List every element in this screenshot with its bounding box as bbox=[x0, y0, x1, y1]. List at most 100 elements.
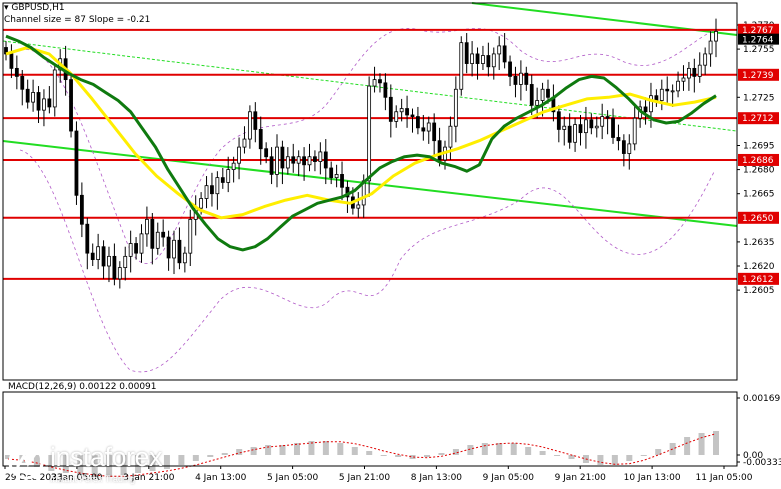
candle-body bbox=[600, 116, 605, 127]
macd-histogram-bar bbox=[481, 443, 488, 455]
candle-body bbox=[616, 137, 621, 142]
candle-body bbox=[247, 111, 252, 140]
candle-body bbox=[535, 100, 540, 106]
price-tick-label: 1.2725 bbox=[743, 93, 775, 103]
candle-body bbox=[47, 98, 52, 108]
candle-body bbox=[611, 117, 615, 138]
candle-body bbox=[567, 125, 572, 143]
candle-body bbox=[546, 88, 550, 98]
candle-body bbox=[107, 255, 111, 267]
macd-histogram-bar bbox=[568, 455, 575, 459]
candle-body bbox=[182, 252, 187, 264]
candle-body bbox=[242, 138, 247, 148]
candle-body bbox=[578, 124, 583, 134]
logo-tagline: Instant Forex Trading bbox=[50, 474, 136, 484]
price-tick-label: 1.2665 bbox=[743, 190, 775, 200]
macd-histogram-bar bbox=[611, 455, 618, 465]
candle-body bbox=[562, 125, 567, 130]
price-plot-area bbox=[2, 2, 738, 373]
macd-histogram-bar bbox=[351, 447, 358, 455]
instaforex-logo: instaforex Instant Forex Trading bbox=[8, 442, 198, 486]
candle-body bbox=[356, 204, 361, 209]
candle-body bbox=[42, 98, 46, 111]
candle-body bbox=[432, 122, 437, 142]
logo-name: instaforex bbox=[50, 442, 163, 472]
candle-body bbox=[502, 45, 507, 63]
candle-body bbox=[318, 151, 323, 162]
channel-info: Channel size = 87 Slope = -0.21 bbox=[4, 15, 151, 25]
candle-body bbox=[632, 117, 637, 145]
time-tick-label: 5 Jan 21:00 bbox=[339, 473, 391, 483]
candle-body bbox=[25, 88, 30, 103]
candle-body bbox=[676, 80, 680, 92]
candle-body bbox=[405, 108, 409, 116]
candle-body bbox=[302, 156, 306, 166]
candle-body bbox=[621, 140, 626, 154]
candle-body bbox=[69, 79, 73, 132]
candle-body bbox=[665, 88, 670, 92]
candle-body bbox=[9, 53, 14, 69]
candle-body bbox=[123, 255, 128, 269]
candle-body bbox=[264, 148, 269, 158]
candle-body bbox=[210, 185, 214, 195]
candle-body bbox=[529, 84, 534, 106]
price-tick-label: 1.2680 bbox=[743, 166, 775, 176]
candle-body bbox=[573, 124, 577, 143]
macd-histogram-bar bbox=[438, 453, 445, 455]
time-tick-label: 8 Jan 13:00 bbox=[411, 473, 463, 483]
candle-body bbox=[90, 252, 95, 260]
chart-title: ▾ GBPUSD,H1 Channel size = 87 Slope = -0… bbox=[4, 2, 150, 26]
candle-body bbox=[464, 42, 469, 64]
level-price-label: 1.2739 bbox=[742, 71, 774, 81]
candle-body bbox=[372, 79, 377, 87]
candle-body bbox=[708, 40, 713, 55]
candle-body bbox=[285, 156, 290, 169]
candle-body bbox=[421, 127, 426, 132]
candle-body bbox=[383, 82, 388, 98]
price-tick-label: 1.2620 bbox=[743, 262, 775, 272]
candle-body bbox=[540, 88, 545, 101]
candle-body bbox=[681, 77, 686, 82]
candle-body bbox=[231, 162, 236, 171]
candle-body bbox=[269, 156, 274, 175]
candle-body bbox=[687, 67, 691, 79]
candle-body bbox=[556, 111, 561, 130]
macd-histogram-bar bbox=[510, 443, 517, 455]
candle-body bbox=[388, 96, 393, 122]
candle-body bbox=[112, 255, 117, 280]
macd-histogram-bar bbox=[337, 443, 344, 455]
candle-body bbox=[692, 67, 697, 77]
candle-body bbox=[36, 92, 41, 111]
price-tick-label: 1.2635 bbox=[743, 238, 775, 248]
macd-histogram-bar bbox=[640, 455, 647, 456]
candle-body bbox=[52, 69, 57, 108]
candle-body bbox=[378, 79, 382, 84]
candle-body bbox=[470, 53, 475, 64]
candle-body bbox=[481, 55, 485, 64]
macd-tick-label: 0.00169 bbox=[743, 394, 780, 404]
candle-body bbox=[31, 92, 35, 103]
candle-body bbox=[329, 167, 334, 179]
candle-body bbox=[448, 125, 453, 148]
macd-histogram-bar bbox=[250, 447, 257, 455]
candle-body bbox=[670, 90, 675, 93]
candle-body bbox=[589, 119, 594, 129]
candle-body bbox=[627, 143, 632, 154]
candle-body bbox=[150, 219, 155, 249]
macd-histogram-bar bbox=[597, 455, 604, 465]
level-price-label: 1.2612 bbox=[742, 275, 774, 285]
macd-histogram-bar bbox=[279, 445, 286, 455]
candle-body bbox=[649, 95, 653, 113]
macd-histogram-bar bbox=[554, 455, 561, 456]
candle-body bbox=[296, 156, 301, 164]
candle-body bbox=[280, 146, 285, 169]
candle-body bbox=[594, 125, 599, 129]
candle-body bbox=[426, 122, 431, 132]
candle-body bbox=[20, 76, 25, 90]
macd-histogram-bar bbox=[539, 451, 546, 455]
candle-body bbox=[491, 53, 496, 68]
candle-body bbox=[654, 95, 659, 101]
logo-mark-icon bbox=[8, 444, 44, 480]
candle-body bbox=[394, 111, 399, 122]
symbol-label: GBPUSD,H1 bbox=[11, 3, 65, 13]
